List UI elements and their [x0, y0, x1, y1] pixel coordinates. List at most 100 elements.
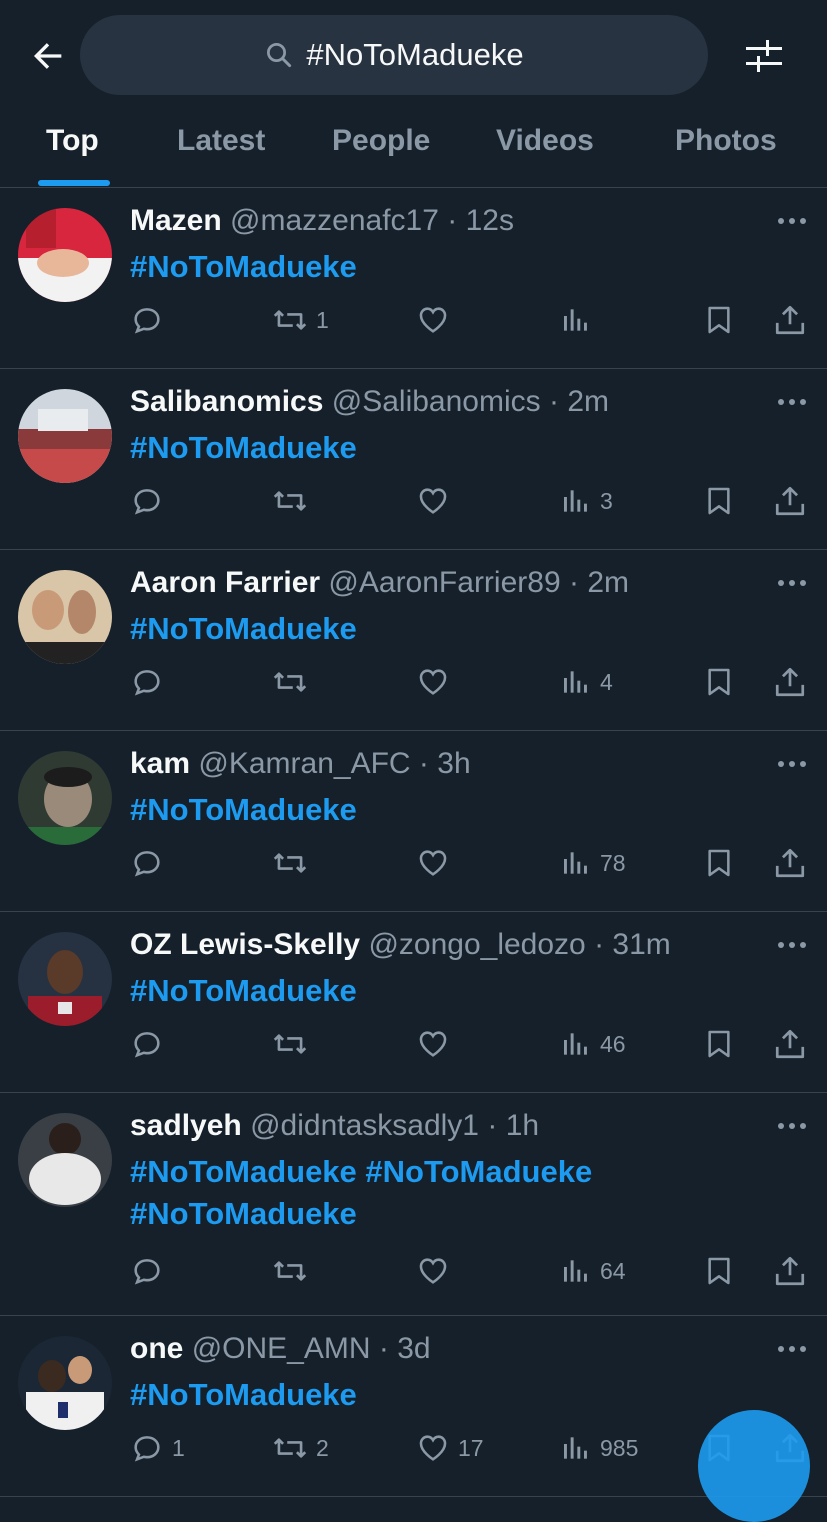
views-button[interactable]: 4 [560, 662, 613, 702]
handle[interactable]: @AaronFarrier89 [328, 566, 560, 599]
hashtag-link[interactable]: #NoToMadueke [130, 1196, 357, 1231]
handle[interactable]: @Kamran_AFC [198, 747, 410, 780]
compose-button[interactable] [698, 1410, 810, 1522]
display-name[interactable]: Salibanomics [130, 385, 323, 418]
display-name[interactable]: OZ Lewis-Skelly [130, 928, 360, 961]
tweet[interactable]: Salibanomics @Salibanomics · 2m #NoToMad… [0, 369, 827, 550]
tweet[interactable]: Aaron Farrier @AaronFarrier89 · 2m #NoTo… [0, 550, 827, 731]
hashtag-link[interactable]: #NoToMadueke [130, 1377, 357, 1412]
retweet-button[interactable]: 2 [272, 1428, 329, 1468]
timestamp[interactable]: 2m [587, 566, 629, 599]
more-button[interactable] [776, 206, 808, 236]
like-button[interactable] [416, 662, 458, 702]
bookmark-button[interactable] [703, 843, 735, 883]
handle[interactable]: @didntasksadly1 [250, 1109, 479, 1142]
like-button[interactable]: 17 [416, 1428, 484, 1468]
display-name[interactable]: Mazen [130, 204, 222, 237]
like-button[interactable] [416, 300, 458, 340]
retweet-button[interactable] [272, 843, 316, 883]
like-button[interactable] [416, 481, 458, 521]
bookmark-button[interactable] [703, 481, 735, 521]
more-button[interactable] [776, 1111, 808, 1141]
timestamp[interactable]: 2m [567, 385, 609, 418]
handle[interactable]: @ONE_AMN [192, 1332, 371, 1365]
share-button[interactable] [773, 1251, 807, 1291]
share-button[interactable] [773, 843, 807, 883]
bookmark-button[interactable] [703, 300, 735, 340]
views-button[interactable]: 78 [560, 843, 626, 883]
share-button[interactable] [773, 1024, 807, 1064]
views-button[interactable]: 985 [560, 1428, 638, 1468]
like-button[interactable] [416, 1024, 458, 1064]
timestamp[interactable]: 3d [397, 1332, 430, 1365]
tab-people[interactable]: People [332, 124, 430, 158]
reply-button[interactable] [130, 481, 172, 521]
more-button[interactable] [776, 387, 808, 417]
back-button[interactable] [26, 34, 70, 78]
retweet-button[interactable] [272, 481, 316, 521]
views-button[interactable]: 3 [560, 481, 613, 521]
share-button[interactable] [773, 481, 807, 521]
reply-button[interactable] [130, 300, 172, 340]
avatar[interactable] [18, 1113, 112, 1207]
avatar[interactable] [18, 389, 112, 483]
views-button[interactable]: 64 [560, 1251, 626, 1291]
views-button[interactable] [560, 300, 600, 340]
display-name[interactable]: sadlyeh [130, 1109, 242, 1142]
reply-button[interactable]: 1 [130, 1428, 185, 1468]
retweet-button[interactable] [272, 1024, 316, 1064]
timestamp[interactable]: 1h [506, 1109, 539, 1142]
display-name[interactable]: one [130, 1332, 183, 1365]
reply-button[interactable] [130, 843, 172, 883]
avatar[interactable] [18, 208, 112, 302]
display-name[interactable]: kam [130, 747, 190, 780]
retweet-button[interactable] [272, 1251, 316, 1291]
tab-videos[interactable]: Videos [496, 124, 594, 158]
more-button[interactable] [776, 749, 808, 779]
avatar[interactable] [18, 932, 112, 1026]
hashtag-link[interactable]: #NoToMadueke [130, 249, 357, 284]
hashtag-link[interactable]: #NoToMadueke [130, 973, 357, 1008]
hashtag-link[interactable]: #NoToMadueke [130, 611, 357, 646]
bookmark-button[interactable] [703, 1024, 735, 1064]
timestamp[interactable]: 3h [437, 747, 470, 780]
display-name[interactable]: Aaron Farrier [130, 566, 320, 599]
reply-button[interactable] [130, 1251, 172, 1291]
retweet-button[interactable]: 1 [272, 300, 329, 340]
tweet[interactable]: Mazen @mazzenafc17 · 12s #NoToMadueke 1 [0, 188, 827, 369]
hashtag-link[interactable]: #NoToMadueke [130, 1154, 357, 1189]
timestamp[interactable]: 12s [466, 204, 514, 237]
avatar[interactable] [18, 1336, 112, 1430]
tweet[interactable]: sadlyeh @didntasksadly1 · 1h #NoToMaduek… [0, 1093, 827, 1316]
retweet-button[interactable] [272, 662, 316, 702]
avatar[interactable] [18, 570, 112, 664]
more-button[interactable] [776, 930, 808, 960]
reply-button[interactable] [130, 1024, 172, 1064]
share-button[interactable] [773, 300, 807, 340]
tab-latest[interactable]: Latest [177, 124, 265, 158]
tab-photos[interactable]: Photos [675, 124, 777, 158]
tab-top[interactable]: Top [46, 124, 99, 158]
reply-button[interactable] [130, 662, 172, 702]
handle[interactable]: @mazzenafc17 [230, 204, 439, 237]
handle[interactable]: @zongo_ledozo [368, 928, 585, 961]
views-button[interactable]: 46 [560, 1024, 626, 1064]
more-button[interactable] [776, 1334, 808, 1364]
tweet[interactable]: kam @Kamran_AFC · 3h #NoToMadueke 78 [0, 731, 827, 912]
bookmark-button[interactable] [703, 662, 735, 702]
hashtag-link[interactable]: #NoToMadueke [365, 1154, 592, 1189]
tweet[interactable]: OZ Lewis-Skelly @zongo_ledozo · 31m #NoT… [0, 912, 827, 1093]
handle[interactable]: @Salibanomics [332, 385, 541, 418]
share-button[interactable] [773, 662, 807, 702]
bookmark-button[interactable] [703, 1251, 735, 1291]
search-input[interactable]: #NoToMadueke [80, 15, 708, 95]
search-settings-button[interactable] [740, 32, 788, 80]
bookmark-icon [708, 849, 730, 877]
hashtag-link[interactable]: #NoToMadueke [130, 430, 357, 465]
more-button[interactable] [776, 568, 808, 598]
avatar[interactable] [18, 751, 112, 845]
hashtag-link[interactable]: #NoToMadueke [130, 792, 357, 827]
like-button[interactable] [416, 1251, 458, 1291]
timestamp[interactable]: 31m [612, 928, 670, 961]
like-button[interactable] [416, 843, 458, 883]
